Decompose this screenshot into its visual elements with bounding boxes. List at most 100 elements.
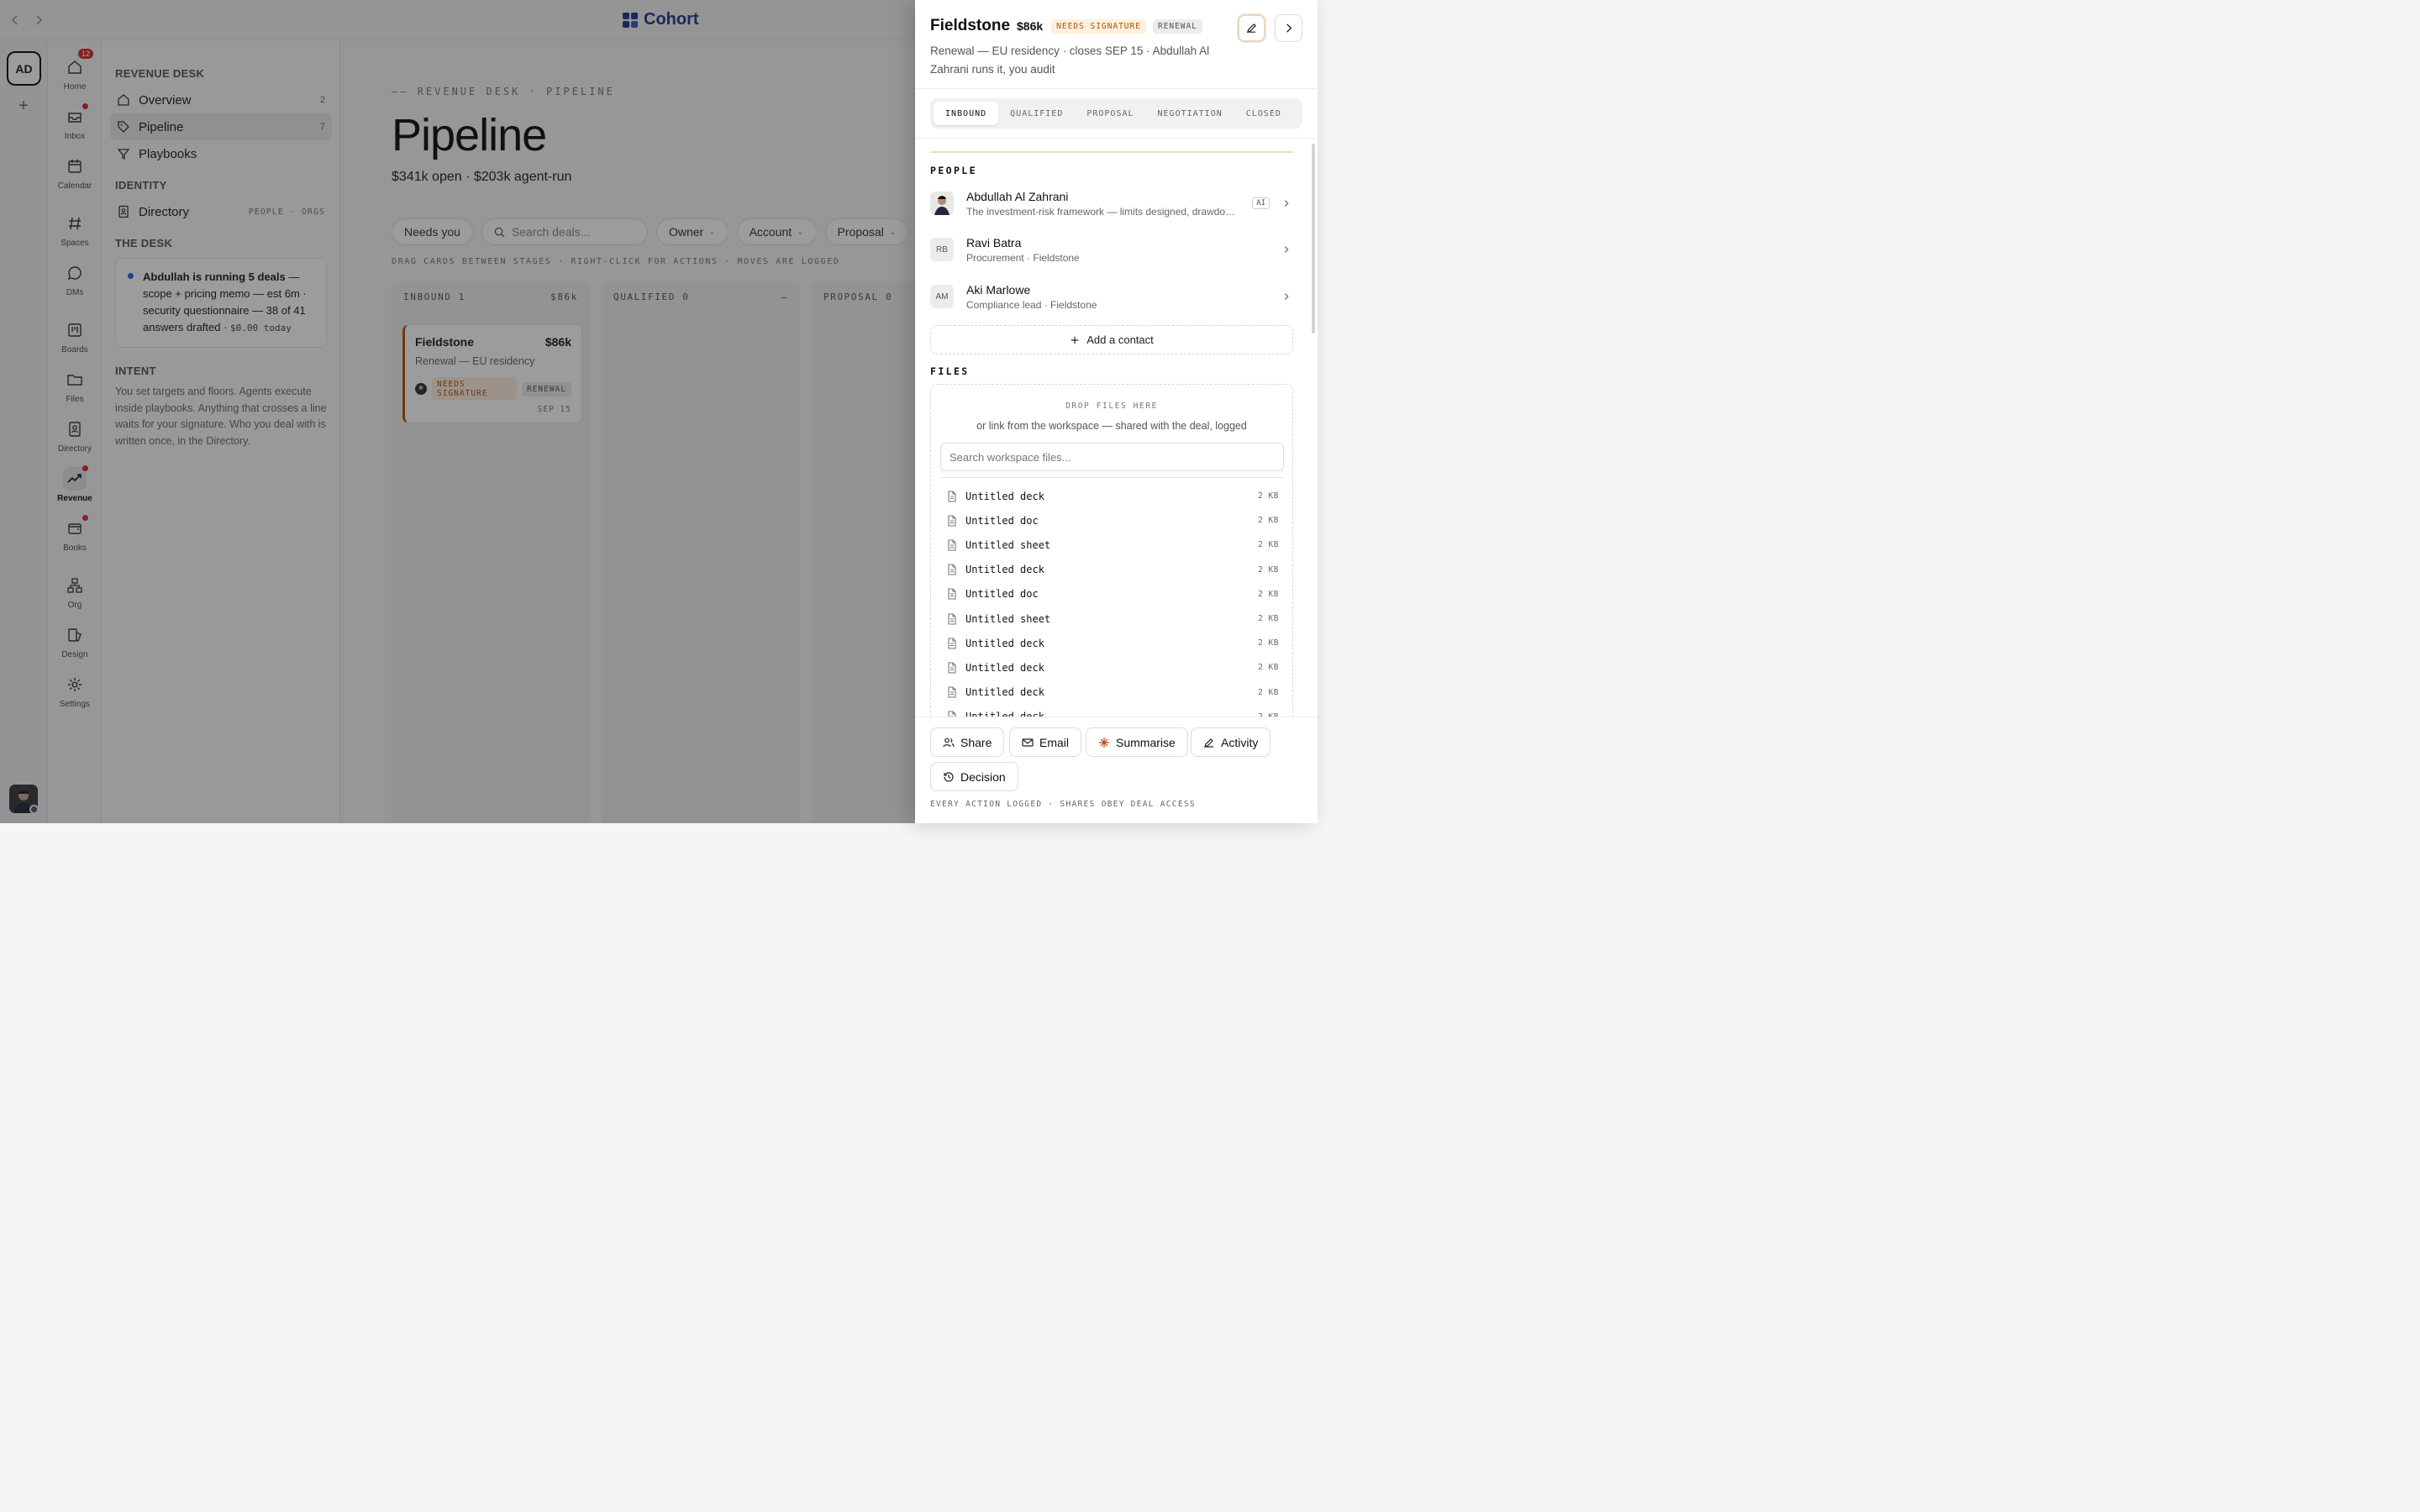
file-row[interactable]: Untitled deck 2 KB [946, 631, 1279, 655]
drawer-title: Fieldstone [930, 17, 1011, 34]
pencil-icon [1245, 22, 1258, 34]
decision-button[interactable]: Decision [930, 762, 1018, 791]
person-row[interactable]: RB Ravi Batra Procurement · Fieldstone [930, 228, 1293, 271]
type-badge: RENEWAL [1152, 18, 1203, 34]
chevron-right-icon [1281, 244, 1293, 255]
person-avatar: RB [930, 238, 954, 261]
file-name: Untitled deck [965, 686, 1044, 699]
document-icon [946, 539, 958, 551]
dropzone-subtitle: or link from the workspace — shared with… [976, 420, 1247, 432]
activity-label: Activity [1221, 735, 1259, 749]
sparkle-icon [1098, 737, 1110, 748]
document-icon [946, 686, 958, 698]
file-name: Untitled deck [965, 490, 1044, 502]
users-icon [943, 737, 955, 748]
person-name: Abdullah Al Zahrani [966, 189, 1069, 203]
file-row[interactable]: Untitled doc 2 KB [946, 508, 1279, 533]
share-label: Share [960, 735, 992, 749]
deal-drawer: Fieldstone $86k NEEDS SIGNATURE RENEWAL … [915, 0, 1318, 823]
tab-negotiation[interactable]: NEGOTIATION [1146, 102, 1234, 125]
person-avatar: AM [930, 285, 954, 308]
tab-qualified[interactable]: QUALIFIED [998, 102, 1075, 125]
chevron-right-icon [1282, 22, 1295, 34]
file-name: Untitled deck [965, 661, 1044, 674]
file-size: 2 KB [1258, 491, 1279, 501]
stage-progress [930, 151, 1293, 153]
file-size: 2 KB [1258, 589, 1279, 599]
file-name: Untitled doc [965, 514, 1039, 527]
drawer-body: PEOPLE Abdullah Al Zahrani The investmen… [915, 138, 1318, 717]
history-icon [943, 771, 955, 783]
file-row[interactable]: Untitled doc 2 KB [946, 582, 1279, 606]
file-list: Untitled deck 2 KB Untitled doc 2 KB Untitle… [946, 484, 1279, 717]
person-role: Compliance lead · Fieldstone [966, 298, 1097, 311]
document-icon [946, 588, 958, 600]
file-row[interactable]: Untitled deck 2 KB [946, 655, 1279, 680]
document-icon [946, 711, 958, 717]
files-heading: FILES [930, 365, 970, 377]
file-row[interactable]: Untitled deck 2 KB [946, 558, 1279, 582]
modal-scrim[interactable] [0, 0, 915, 823]
status-badge: NEEDS SIGNATURE [1051, 18, 1146, 34]
decision-label: Decision [960, 769, 1006, 784]
file-size: 2 KB [1258, 516, 1279, 526]
people-heading: PEOPLE [930, 165, 977, 176]
file-size: 2 KB [1258, 564, 1279, 575]
drawer-subtitle: Renewal — EU residency · closes SEP 15 ·… [930, 45, 1210, 76]
person-role: Procurement · Fieldstone [966, 251, 1080, 264]
next-deal-button[interactable] [1275, 14, 1302, 42]
file-row[interactable]: Untitled deck 2 KB [946, 680, 1279, 705]
document-icon [946, 491, 958, 502]
pencil-icon [1203, 737, 1215, 748]
chevron-right-icon [1281, 291, 1293, 302]
document-icon [946, 662, 958, 674]
file-size: 2 KB [1258, 687, 1279, 697]
add-contact-button[interactable]: Add a contact [930, 325, 1293, 354]
summarise-label: Summarise [1116, 735, 1176, 749]
file-row[interactable]: Untitled sheet 2 KB [946, 533, 1279, 557]
file-size: 2 KB [1258, 540, 1279, 550]
edit-button[interactable] [1238, 14, 1265, 42]
file-search-input[interactable] [940, 443, 1284, 471]
dropzone-title: DROP FILES HERE [1065, 402, 1158, 411]
file-row[interactable]: Untitled deck 2 KB [946, 484, 1279, 508]
file-name: Untitled sheet [965, 612, 1051, 625]
file-name: Untitled deck [965, 637, 1044, 649]
person-avatar [930, 192, 954, 215]
file-name: Untitled deck [965, 564, 1044, 576]
person-name: Aki Marlowe [966, 282, 1031, 297]
document-icon [946, 515, 958, 527]
divider [940, 477, 1284, 478]
share-button[interactable]: Share [930, 727, 1005, 757]
drawer-actions: Share Email Summarise Activity Decision … [915, 717, 1318, 823]
tab-inbound[interactable]: INBOUND [934, 102, 999, 125]
scrollbar[interactable] [1312, 144, 1315, 333]
summarise-button[interactable]: Summarise [1086, 727, 1188, 757]
email-label: Email [1039, 735, 1070, 749]
mail-icon [1022, 737, 1034, 748]
file-name: Untitled deck [965, 711, 1044, 717]
chevron-right-icon [1281, 198, 1293, 208]
ai-badge: AI [1252, 197, 1270, 209]
person-role: The investment-risk framework — limits d… [966, 205, 1239, 218]
file-dropzone[interactable]: DROP FILES HERE or link from the workspa… [930, 384, 1293, 717]
file-row[interactable]: Untitled deck2 KB [946, 705, 1279, 717]
tab-proposal[interactable]: PROPOSAL [1075, 102, 1145, 125]
file-name: Untitled doc [965, 588, 1039, 601]
document-icon [946, 638, 958, 649]
drawer-amount: $86k [1017, 19, 1044, 33]
file-size: 2 KB [1258, 638, 1279, 648]
person-row[interactable]: Abdullah Al Zahrani The investment-risk … [930, 181, 1293, 225]
plus-icon [1070, 335, 1080, 345]
file-size: 2 KB [1258, 614, 1279, 624]
file-row[interactable]: Untitled sheet 2 KB [946, 606, 1279, 631]
person-row[interactable]: AM Aki Marlowe Compliance lead · Fieldst… [930, 275, 1293, 318]
activity-button[interactable]: Activity [1191, 727, 1271, 757]
file-name: Untitled sheet [965, 538, 1051, 551]
drawer-header: Fieldstone $86k NEEDS SIGNATURE RENEWAL … [915, 0, 1318, 89]
tab-closed[interactable]: CLOSED [1234, 102, 1293, 125]
email-button[interactable]: Email [1009, 727, 1082, 757]
file-size: 2 KB [1258, 663, 1279, 673]
document-icon [946, 564, 958, 575]
document-icon [946, 612, 958, 625]
